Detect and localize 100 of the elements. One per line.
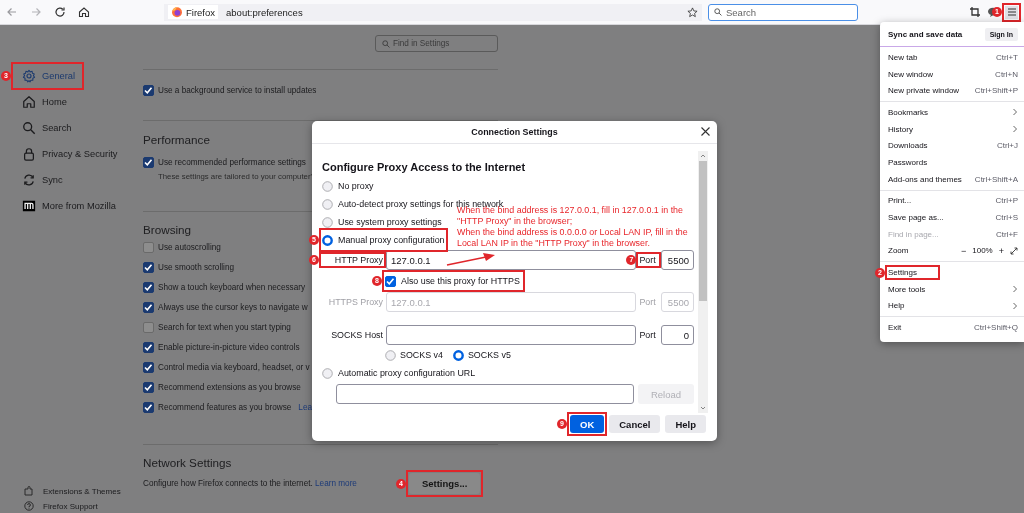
zoom-level: 100% [972, 246, 993, 256]
close-icon[interactable] [700, 126, 711, 137]
proxy-url-field[interactable] [336, 384, 634, 404]
port-field[interactable]: 0 [661, 325, 694, 345]
mozilla-m-icon [22, 199, 36, 213]
option-label: Use recommended performance settings [158, 157, 306, 167]
checkbox[interactable] [143, 84, 154, 96]
sidebar-item[interactable]: Privacy & Security [14, 143, 143, 165]
dialog-button[interactable]: Help [665, 415, 706, 433]
dialog-title: Connection Settings [471, 127, 558, 137]
sidebar-item[interactable]: More from Mozilla [14, 195, 143, 217]
lock-icon [22, 147, 36, 161]
star-icon[interactable] [687, 6, 698, 18]
radio-button[interactable] [452, 349, 464, 361]
radio-button[interactable] [322, 367, 333, 379]
sidebar-item[interactable]: Sync [14, 169, 143, 191]
firefox-logo-icon [171, 6, 183, 18]
menu-item[interactable]: New tab Ctrl+T [880, 49, 1024, 66]
annotation-note: When the bind address is 0.0.0.0 or Local LAN IP, fill in the Local LAN IP in the "HTTP Proxy" in the browser. [457, 227, 689, 249]
checkbox[interactable] [143, 261, 154, 273]
back-icon[interactable] [6, 6, 18, 18]
menu-item[interactable]: Print... Ctrl+P [880, 192, 1024, 210]
radio-button[interactable] [322, 198, 333, 210]
scrollbar[interactable] [698, 151, 708, 413]
url-text: about:preferences [226, 6, 304, 18]
sidebar-item[interactable]: Search [14, 117, 143, 139]
search-field[interactable]: Search [708, 3, 858, 21]
radio-button[interactable] [322, 216, 333, 228]
dialog-button[interactable]: Cancel [609, 415, 661, 433]
field-label: Port [639, 330, 657, 340]
menu-item[interactable]: History [880, 120, 1024, 138]
checkbox[interactable] [143, 301, 154, 313]
radio-label: SOCKS v4 [400, 350, 443, 360]
fullscreen-icon[interactable] [1010, 246, 1018, 255]
settings-button[interactable]: Settings... [408, 473, 481, 494]
sync-icon [22, 173, 36, 187]
radio-label: Use system proxy settings [338, 217, 442, 227]
checkbox[interactable] [143, 401, 154, 413]
sidebar-item[interactable]: Home [14, 91, 143, 113]
option-label: Enable picture-in-picture video controls [158, 342, 300, 352]
zoom-in-button[interactable]: + [998, 245, 1004, 256]
menu-item[interactable]: Save page as... Ctrl+S [880, 209, 1024, 226]
dialog-heading: Configure Proxy Access to the Internet [322, 161, 527, 173]
settings-icon [22, 69, 36, 83]
menu-item[interactable]: New private window Ctrl+Shift+P [880, 82, 1024, 100]
option-label: Use smooth scrolling [158, 262, 234, 272]
address-bar[interactable]: Firefox about:preferences [164, 3, 702, 21]
radio-label: SOCKS v5 [467, 350, 511, 360]
option-label: Use autoscrolling [158, 242, 221, 252]
checkbox[interactable] [385, 275, 396, 287]
section-heading: Network Settings [143, 456, 232, 469]
option-label: Use a background service to install updates [158, 85, 317, 95]
home-icon[interactable] [78, 6, 90, 18]
menu-item[interactable]: Settings [888, 268, 937, 278]
sidebar-link[interactable]: Extensions & Themes [24, 486, 143, 496]
crop-icon[interactable] [969, 6, 981, 18]
radio-button[interactable] [322, 234, 333, 246]
field-label: Port [639, 255, 657, 265]
checkbox[interactable] [143, 341, 154, 353]
radio-label: Automatic proxy configuration URL [338, 368, 476, 378]
field-label: HTTP Proxy [333, 255, 383, 265]
menu-item[interactable]: Exit Ctrl+Shift+Q [880, 319, 1024, 336]
socks-host-field[interactable] [386, 325, 637, 345]
radio-button[interactable] [322, 180, 333, 192]
checkbox[interactable] [143, 361, 154, 373]
radio-label: No proxy [338, 181, 374, 191]
dialog-button[interactable]: OK [570, 415, 605, 433]
port-field[interactable]: 5500 [661, 250, 694, 270]
house-icon [22, 95, 36, 109]
section-heading: Performance [143, 133, 210, 146]
menu-item[interactable]: More tools [880, 280, 1024, 298]
checkbox[interactable] [143, 156, 154, 168]
checkbox[interactable] [143, 321, 154, 333]
annotation-arrow [446, 252, 496, 266]
menu-item-label: Zoom [888, 246, 909, 256]
menu-item[interactable]: New window Ctrl+N [880, 65, 1024, 83]
menu-item[interactable]: Help [880, 297, 1024, 315]
puzzle-icon [24, 486, 34, 496]
checkbox[interactable] [143, 241, 154, 253]
menu-item[interactable]: Passwords [880, 154, 1024, 171]
radio-label: Manual proxy configuration [338, 235, 445, 245]
search-icon [714, 8, 722, 16]
checkbox[interactable] [143, 381, 154, 393]
option-label: Search for text when you start typing [158, 322, 291, 332]
help-icon [24, 501, 34, 511]
field-label: SOCKS Host [330, 330, 383, 340]
menu-item[interactable]: Bookmarks [880, 104, 1024, 121]
checkbox[interactable] [143, 281, 154, 293]
sidebar-link[interactable]: Firefox Support [24, 501, 143, 511]
zoom-out-button[interactable]: − [961, 245, 967, 256]
section-heading: Browsing [143, 223, 192, 236]
reload-icon[interactable] [54, 6, 66, 18]
radio-button[interactable] [385, 349, 396, 361]
field-label: Port [639, 297, 657, 307]
option-label: Control media via keyboard, headset, or v [158, 362, 310, 372]
search-icon [22, 121, 36, 135]
menu-item[interactable]: Add-ons and themes Ctrl+Shift+A [880, 170, 1024, 188]
option-label: Recommend features as you browse [158, 402, 292, 412]
menu-icon [1006, 7, 1017, 17]
menu-item[interactable]: Downloads Ctrl+J [880, 137, 1024, 155]
